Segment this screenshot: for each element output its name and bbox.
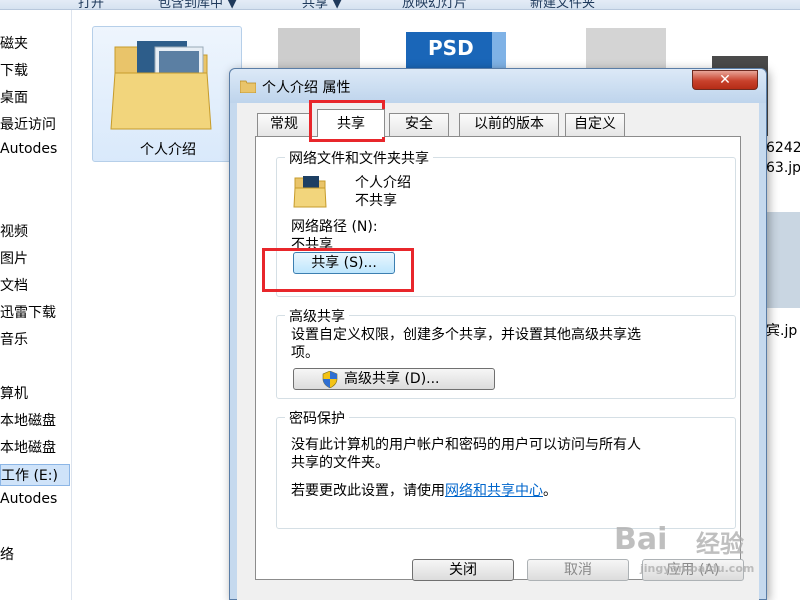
network-sharing-center-link[interactable]: 网络和共享中心 xyxy=(445,483,543,499)
folder-icon xyxy=(240,80,256,93)
baidu-watermark: Bai 经验 jingyan.baidu.com xyxy=(610,518,760,588)
folder-label: 个人介绍 xyxy=(140,142,196,158)
highlight-share-button xyxy=(262,248,414,292)
nav-item-disk-folder[interactable]: 磁夹 xyxy=(0,33,28,53)
shared-folder-name: 个人介绍 xyxy=(355,175,411,191)
password-protection-group: 密码保护 没有此计算机的用户帐户和密码的用户可以访问与所有人 共享的文件夹。 若… xyxy=(276,408,736,529)
close-button[interactable]: 关闭 xyxy=(412,559,514,581)
file-thumbnail-doc-1[interactable] xyxy=(278,28,360,70)
folder-icon xyxy=(110,41,212,130)
tab-sharing[interactable]: 共享 xyxy=(317,109,385,137)
advanced-sharing-group: 高级共享 设置自定义权限，创建多个共享，并设置其他高级共享选 项。 高级共享 (… xyxy=(276,306,736,399)
nav-item-thunder-downloads[interactable]: 迅雷下载 xyxy=(0,302,56,322)
nav-item-work-e[interactable]: 工作 (E:) xyxy=(0,464,70,486)
nav-item-local-disk-c[interactable]: 本地磁盘 xyxy=(0,410,56,430)
network-sharing-title: 网络文件和文件夹共享 xyxy=(285,148,433,168)
network-path-label: 网络路径 (N): xyxy=(291,219,378,235)
change-setting-prefix: 若要更改此设置，请使用 xyxy=(291,483,445,499)
advanced-sharing-description-1: 设置自定义权限，创建多个共享，并设置其他高级共享选 xyxy=(291,327,641,343)
tab-customize[interactable]: 自定义 xyxy=(565,113,625,136)
toolbar-share[interactable]: 共享 ▼ xyxy=(302,0,342,9)
toolbar-include-library[interactable]: 包含到库中 ▼ xyxy=(158,0,237,9)
password-protection-title: 密码保护 xyxy=(285,408,349,428)
nav-item-computer[interactable]: 算机 xyxy=(0,383,28,403)
nav-item-pictures[interactable]: 图片 xyxy=(0,248,28,268)
watermark-brand: Bai xyxy=(614,522,668,557)
toolbar-slideshow[interactable]: 放映幻灯片 xyxy=(402,0,467,9)
file-thumbnail-doc-2[interactable] xyxy=(586,28,666,70)
share-status: 不共享 xyxy=(355,193,397,209)
nav-item-music[interactable]: 音乐 xyxy=(0,329,28,349)
psd-label: PSD xyxy=(428,36,474,60)
shared-folder-icon xyxy=(293,176,327,208)
password-protection-text-1: 没有此计算机的用户帐户和密码的用户可以访问与所有人 xyxy=(291,437,641,453)
change-setting-suffix: 。 xyxy=(543,483,557,499)
file-thumbnail-psd[interactable]: PSD xyxy=(406,30,506,70)
advanced-sharing-button[interactable]: 高级共享 (D)... xyxy=(293,368,495,390)
dialog-titlebar[interactable]: 个人介绍 属性 ✕ xyxy=(230,69,766,103)
watermark-url: jingyan.baidu.com xyxy=(640,562,755,575)
sharing-tab-page: 网络文件和文件夹共享 个人介绍 不共享 网络路径 (N): 不共享 共享 (S)… xyxy=(255,136,741,580)
tab-previous-versions[interactable]: 以前的版本 xyxy=(459,113,559,136)
nav-item-local-disk-d[interactable]: 本地磁盘 xyxy=(0,437,56,457)
explorer-toolbar: 打开 包含到库中 ▼ 共享 ▼ 放映幻灯片 新建文件夹 xyxy=(0,0,800,10)
nav-item-downloads[interactable]: 下载 xyxy=(0,60,28,80)
nav-item-autodesk-2[interactable]: Autodes xyxy=(0,491,57,507)
watermark-suffix: 经验 xyxy=(696,530,744,558)
file-label-fragment-3: 宾.jp xyxy=(766,323,798,339)
advanced-sharing-button-label: 高级共享 (D)... xyxy=(344,371,440,387)
uac-shield-icon xyxy=(322,371,338,388)
file-label-fragment-2: 63.jp xyxy=(766,160,800,176)
navigation-pane: 磁夹 下载 桌面 最近访问 Autodes 视频 图片 文档 迅雷下载 音乐 算… xyxy=(0,10,72,600)
file-label-fragment-1: 6242 xyxy=(766,140,800,156)
file-thumbnail-photo-2[interactable] xyxy=(766,212,800,308)
tab-general[interactable]: 常规 xyxy=(257,113,311,136)
tab-security[interactable]: 安全 xyxy=(389,113,449,136)
nav-item-recent[interactable]: 最近访问 xyxy=(0,114,56,134)
advanced-sharing-title: 高级共享 xyxy=(285,306,349,326)
password-protection-text-2: 共享的文件夹。 xyxy=(291,455,389,471)
nav-item-network[interactable]: 络 xyxy=(0,544,14,564)
toolbar-open[interactable]: 打开 xyxy=(78,0,104,9)
toolbar-new-folder[interactable]: 新建文件夹 xyxy=(530,0,595,9)
advanced-sharing-description-2: 项。 xyxy=(291,345,319,361)
change-setting-text: 若要更改此设置，请使用网络和共享中心。 xyxy=(291,480,557,500)
nav-item-documents[interactable]: 文档 xyxy=(0,275,28,295)
folder-tile-selected[interactable]: 个人介绍 xyxy=(92,26,242,162)
dialog-title: 个人介绍 属性 xyxy=(262,80,351,96)
close-icon[interactable]: ✕ xyxy=(692,70,758,90)
nav-item-desktop[interactable]: 桌面 xyxy=(0,87,28,107)
nav-item-videos[interactable]: 视频 xyxy=(0,221,28,241)
nav-item-autodesk[interactable]: Autodes xyxy=(0,141,57,157)
